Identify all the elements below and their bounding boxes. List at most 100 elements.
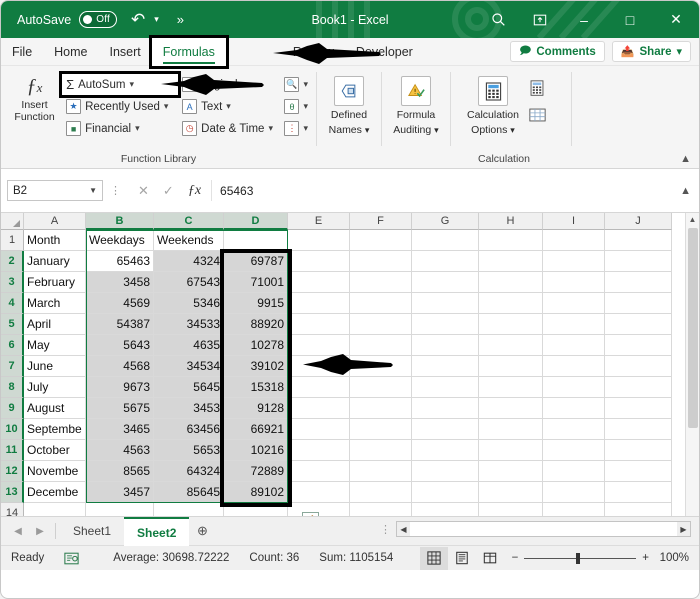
name-box[interactable]: B2 ▼ [7,180,103,201]
cell-A8[interactable]: July [24,377,86,398]
cell-I6[interactable] [543,335,605,356]
cell-B6[interactable]: 5643 [86,335,154,356]
cell-H4[interactable] [479,293,543,314]
column-header-i[interactable]: I [543,213,605,230]
cell-F11[interactable] [350,440,412,461]
sheet-tab-sheet1[interactable]: Sheet1 [60,517,124,546]
cell-A6[interactable]: May [24,335,86,356]
cell-C11[interactable]: 5653 [154,440,224,461]
row-header-7[interactable]: 7 [1,356,24,377]
cell-J1[interactable] [605,230,672,251]
row-header-13[interactable]: 13 [1,482,24,503]
cell-D14[interactable] [224,503,288,516]
cell-J7[interactable] [605,356,672,377]
cell-G9[interactable] [412,398,479,419]
cell-C1[interactable]: Weekends [154,230,224,251]
cell-J12[interactable] [605,461,672,482]
column-header-d[interactable]: D [224,213,288,230]
minimize-icon[interactable]: – [561,1,607,38]
cell-I2[interactable] [543,251,605,272]
cell-B11[interactable]: 4563 [86,440,154,461]
cell-I5[interactable] [543,314,605,335]
normal-view-icon[interactable] [448,547,476,570]
cell-E7[interactable] [288,356,350,377]
scroll-right-icon[interactable]: ▶ [677,522,690,536]
cell-I8[interactable] [543,377,605,398]
cell-D5[interactable]: 88920 [224,314,288,335]
cell-F12[interactable] [350,461,412,482]
cell-H8[interactable] [479,377,543,398]
row-header-14[interactable]: 14 [1,503,24,516]
cell-J14[interactable] [605,503,672,516]
cell-C12[interactable]: 64324 [154,461,224,482]
cell-D10[interactable]: 66921 [224,419,288,440]
autosum-button[interactable]: Σ AutoSum ▾ [59,71,182,98]
page-layout-view-icon[interactable] [476,547,504,570]
cell-B12[interactable]: 8565 [86,461,154,482]
financial-button[interactable]: ■ Financial ▾ [62,118,178,139]
cell-J10[interactable] [605,419,672,440]
cell-A10[interactable]: Septembe [24,419,86,440]
cell-B2[interactable]: 65463 [86,251,154,272]
select-all-corner[interactable] [1,213,24,230]
cell-D1[interactable] [224,230,288,251]
cell-I7[interactable] [543,356,605,377]
zoom-slider[interactable]: − + [504,552,657,564]
cell-J5[interactable] [605,314,672,335]
formula-auditing-button[interactable]: Formula Auditing ▾ [388,72,444,136]
close-icon[interactable]: ✕ [653,1,699,38]
cell-H13[interactable] [479,482,543,503]
row-header-9[interactable]: 9 [1,398,24,419]
calculate-now-icon[interactable] [529,80,546,102]
date-time-button[interactable]: ◷ Date & Time ▾ [178,118,280,139]
cell-D12[interactable]: 72889 [224,461,288,482]
tab-review[interactable]: Review [282,38,345,66]
cell-J3[interactable] [605,272,672,293]
cell-B7[interactable]: 4568 [86,356,154,377]
cell-J4[interactable] [605,293,672,314]
comments-button[interactable]: 🗩 Comments [510,41,605,62]
column-header-f[interactable]: F [350,213,412,230]
cell-C9[interactable]: 3453 [154,398,224,419]
cell-B8[interactable]: 9673 [86,377,154,398]
cell-J6[interactable] [605,335,672,356]
cell-C10[interactable]: 63456 [154,419,224,440]
math-trig-button[interactable]: θ ▾ [284,96,308,117]
cell-H11[interactable] [479,440,543,461]
cell-G8[interactable] [412,377,479,398]
cell-A14[interactable] [24,503,86,516]
prev-sheet-icon[interactable]: ◀ [7,526,29,537]
cell-F4[interactable] [350,293,412,314]
cell-I4[interactable] [543,293,605,314]
horizontal-scrollbar[interactable]: ◀ ▶ [396,521,691,537]
vertical-scroll-thumb[interactable] [687,228,698,428]
status-average[interactable]: Average: 30698.72222 [103,552,239,564]
cell-G1[interactable] [412,230,479,251]
cell-D6[interactable]: 10278 [224,335,288,356]
next-sheet-icon[interactable]: ▶ [29,526,51,537]
cell-E4[interactable] [288,293,350,314]
cell-C6[interactable]: 4635 [154,335,224,356]
cell-G2[interactable] [412,251,479,272]
row-header-2[interactable]: 2 [1,251,24,272]
cell-G6[interactable] [412,335,479,356]
zoom-track[interactable] [524,552,637,564]
cell-D3[interactable]: 71001 [224,272,288,293]
collapse-ribbon-icon[interactable]: ▲ [680,153,691,165]
cell-E2[interactable] [288,251,350,272]
scroll-left-icon[interactable]: ◀ [397,522,410,536]
row-header-5[interactable]: 5 [1,314,24,335]
cell-B4[interactable]: 4569 [86,293,154,314]
cell-C14[interactable] [154,503,224,516]
column-header-h[interactable]: H [479,213,543,230]
row-header-1[interactable]: 1 [1,230,24,251]
cell-F1[interactable] [350,230,412,251]
zoom-level[interactable]: 100% [657,552,699,564]
cell-G5[interactable] [412,314,479,335]
cell-A2[interactable]: January [24,251,86,272]
cell-A13[interactable]: Decembe [24,482,86,503]
cell-B9[interactable]: 5675 [86,398,154,419]
cell-H12[interactable] [479,461,543,482]
scroll-up-icon[interactable]: ▲ [689,213,697,227]
cell-F7[interactable] [350,356,412,377]
